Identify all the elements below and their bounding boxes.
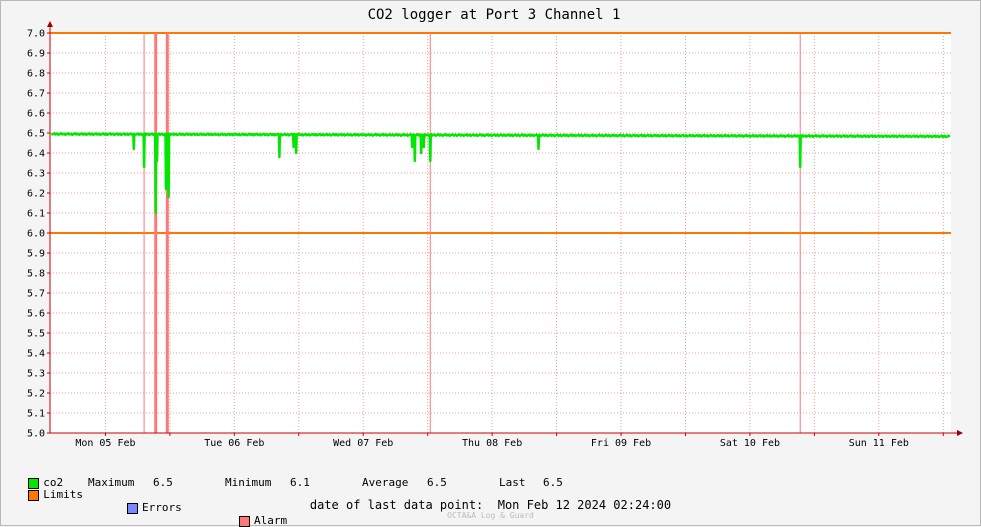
y-tick-label: 5.0 [27,429,45,440]
y-tick-label: 7.0 [27,29,45,40]
x-tick-label: Sun 11 Feb [849,438,909,449]
x-tick-label: Mon 05 Feb [75,438,135,449]
y-tick-label: 6.3 [27,169,45,180]
y-tick-label: 6.8 [27,69,45,80]
chart-title: CO2 logger at Port 3 Channel 1 [368,7,621,23]
y-tick-label: 5.1 [27,409,45,420]
y-tick-label: 5.6 [27,309,45,320]
x-axis-ticks: Mon 05 Feb Tue 06 Feb Wed 07 Feb Thu 08 Feb… [75,433,944,449]
y-tick-label: 6.5 [27,129,45,140]
y-tick-label: 5.5 [27,329,45,340]
legend-max-label: Maximum [88,476,135,489]
legend-max-value: 6.5 [153,476,173,489]
y-tick-label: 6.4 [27,149,45,160]
y-tick-label: 5.7 [27,289,45,300]
x-tick-label: Wed 07 Feb [333,438,393,449]
y-tick-label: 5.3 [27,369,45,380]
legend-avg-label: Average [362,476,409,489]
legend-last-label: Last [499,476,526,489]
legend-min-value: 6.1 [290,476,310,489]
watermark: OCTA&A Log & Guard [447,511,534,520]
y-tick-label: 5.9 [27,249,45,260]
y-tick-label: 6.1 [27,209,45,220]
y-tick-label: 6.9 [27,49,45,60]
legend-avg-value: 6.5 [427,476,447,489]
y-tick-label: 5.4 [27,349,45,360]
y-tick-label: 6.0 [27,229,45,240]
y-tick-label: 5.2 [27,389,45,400]
x-tick-label: Sat 10 Feb [720,438,780,449]
y-axis-ticks: 5.0 5.1 5.2 5.3 5.4 5.5 5.6 5.7 5.8 5.9 6.0 6.1 6.2 6… [27,29,50,440]
y-tick-label: 5.8 [27,269,45,280]
x-tick-label: Fri 09 Feb [591,438,651,449]
legend-min-label: Minimum [225,476,272,489]
y-axis-arrow [47,21,53,27]
x-axis-arrow [957,430,963,436]
x-tick-label: Thu 08 Feb [462,438,522,449]
co2-line-chart: CO2 logger at Port 3 Channel 1 5.0 5.1 5.2… [27,7,963,449]
y-tick-label: 6.2 [27,189,45,200]
y-tick-label: 6.6 [27,109,45,120]
y-tick-label: 6.7 [27,89,45,100]
x-tick-label: Tue 06 Feb [204,438,264,449]
last-data-point: date of last data point: Mon Feb 12 2024… [309,498,672,512]
legend-last-value: 6.5 [543,476,563,489]
